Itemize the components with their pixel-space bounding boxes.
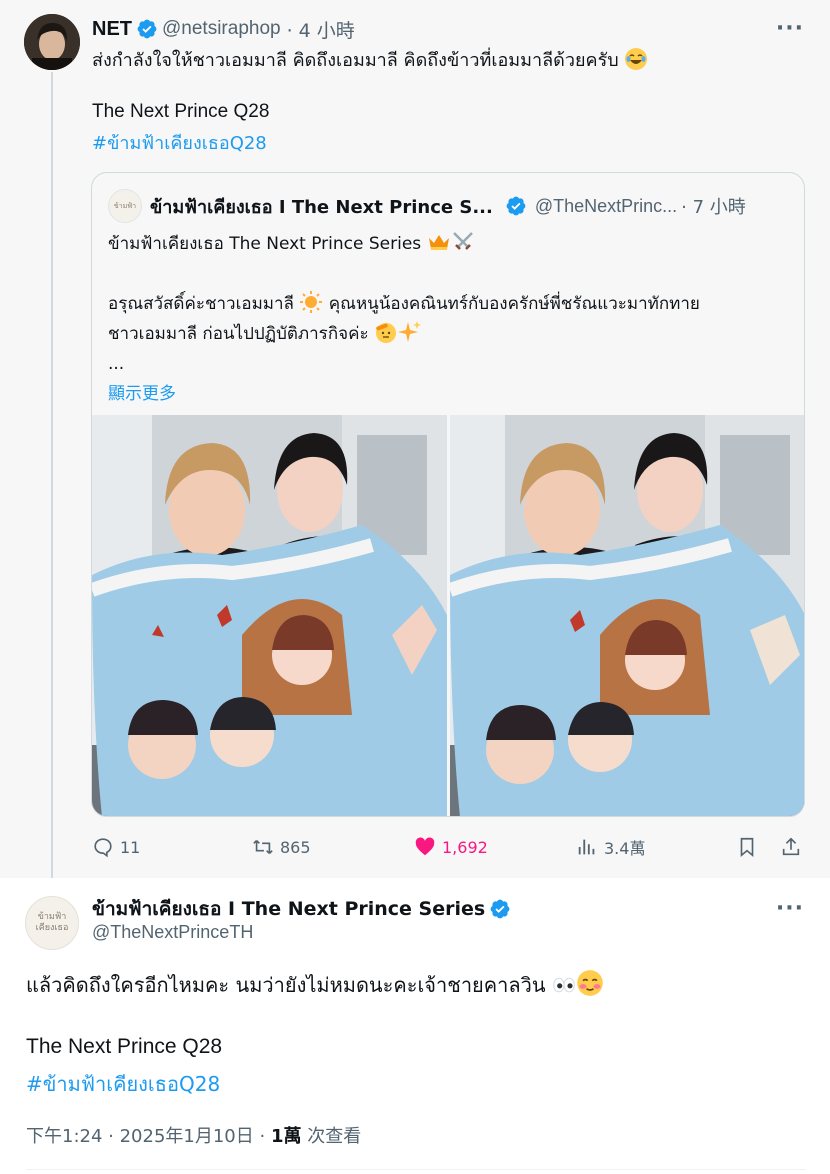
views-button[interactable]: 3.4萬 (576, 832, 645, 862)
views-icon (578, 839, 595, 855)
salute-emoji-icon (375, 323, 396, 343)
divider (26, 1169, 806, 1170)
views-count: 3.4萬 (604, 839, 646, 858)
tweet-text-line2: The Next Prince Q28 (92, 101, 270, 122)
like-button[interactable]: 1,692 (414, 832, 488, 862)
bookmark-icon (740, 837, 754, 858)
sun-emoji-icon (300, 291, 323, 313)
thread-line (51, 72, 53, 892)
bookmark-button[interactable] (736, 832, 758, 862)
retweet-count: 865 (280, 837, 311, 857)
heart-icon (415, 837, 435, 856)
eyes-emoji-icon (553, 977, 575, 993)
author-handle[interactable]: @netsiraphop (162, 18, 281, 40)
reply-button[interactable]: 11 (92, 832, 140, 862)
quoted-line-3: ชาวเอมมาลี ก่อนไปปฏิบัติภารกิจค่ะ (108, 324, 369, 344)
sparkles-emoji-icon (397, 321, 421, 342)
views-label: 次查看 (307, 1126, 362, 1147)
views-count: 1萬 (270, 1126, 302, 1147)
tweet-meta: 下午1:24 · 2025年1月10日 · 1萬 次查看 (26, 1122, 361, 1148)
net-avatar[interactable] (24, 14, 80, 70)
quoted-media[interactable] (92, 415, 804, 816)
quoted-line-2: อรุณสวัสดิ์ค่ะชาวเอมมาลี (108, 294, 294, 314)
share-button[interactable] (780, 832, 802, 862)
quoted-ellipsis: ... (108, 354, 125, 374)
author-name[interactable]: ข้ามฟ้าเคียงเธอ I The Next Prince Series (92, 894, 485, 924)
show-more-link[interactable]: 顯示更多 (108, 379, 798, 409)
tweet-text-body: แล้วคิดถึงใครอีกไหมคะ นมว่ายังไม่หมดนะคะ… (26, 973, 546, 997)
crown-emoji-icon (428, 235, 449, 250)
quoted-avatar[interactable]: ข้ามฟ้า (108, 189, 142, 223)
tweet-text: ส่งกำลังใจให้ชาวเอมมาลี คิดถึงเอมมาลี คิ… (92, 47, 792, 74)
quoted-author-name[interactable]: ข้ามฟ้าเคียงเธอ I The Next Prince S... (150, 192, 493, 221)
quoted-tweet-text: ข้ามฟ้าเคียงเธอ The Next Prince Series อ… (108, 229, 798, 409)
quoted-line-2b: คุณหนูน้องคณินทร์กับองครักษ์พี่ชรัณแวะมา… (328, 294, 700, 314)
main-tweet[interactable]: ข้ามฟ้า เคียงเธอ ข้ามฟ้าเคียงเธอ I The N… (0, 878, 830, 1174)
hashtag-link[interactable]: #ข้ามฟ้าเคียงเธอQ28 (92, 128, 267, 157)
retweet-button[interactable]: 865 (252, 832, 311, 862)
parent-tweet[interactable]: NET @netsiraphop · 4 小時 ··· ส่งกำลังใจให… (0, 0, 830, 892)
author-name-row: ข้ามฟ้าเคียงเธอ I The Next Prince Series (92, 894, 515, 924)
photo-1[interactable] (92, 415, 447, 816)
parent-tweet-header: NET @netsiraphop · 4 小時 (92, 16, 355, 42)
verified-badge-icon (137, 19, 157, 39)
quoted-tweet-card[interactable]: ข้ามฟ้า ข้ามฟ้าเคียงเธอ I The Next Princ… (91, 172, 805, 817)
share-icon (782, 837, 800, 856)
like-count: 1,692 (442, 837, 488, 857)
reply-count: 11 (120, 837, 141, 857)
quoted-tweet-header: ข้ามฟ้า ข้ามฟ้าเคียงเธอ I The Next Princ… (108, 189, 790, 223)
hashtag-link[interactable]: #ข้ามฟ้าเคียงเธอQ28 (26, 1068, 220, 1100)
tweet-text-body: ส่งกำลังใจให้ชาวเอมมาลี คิดถึงเอมมาลี คิ… (92, 50, 619, 71)
author-avatar[interactable]: ข้ามฟ้า เคียงเธอ (25, 896, 79, 950)
photo-2[interactable] (449, 415, 804, 816)
verified-badge-icon (506, 196, 526, 216)
tweet-action-bar: 11 865 1,692 3.4萬 (92, 832, 807, 862)
swords-emoji-icon (452, 232, 473, 250)
quoted-line-1: ข้ามฟ้าเคียงเธอ The Next Prince Series (108, 234, 422, 254)
retweet-icon (253, 839, 273, 855)
reply-icon (94, 838, 112, 858)
tweet-timestamp[interactable]: 下午1:24 · 2025年1月10日 · (26, 1126, 265, 1147)
blushing-emoji-icon (577, 970, 603, 996)
tweet-text-line2: The Next Prince Q28 (26, 1035, 223, 1058)
tweet-text: แล้วคิดถึงใครอีกไหมคะ นมว่ายังไม่หมดนะคะ… (26, 969, 604, 1000)
laughing-emoji-icon (625, 48, 648, 70)
quoted-author-handle[interactable]: @TheNextPrinc... (535, 196, 677, 217)
avatar-text-2: เคียงเธอ (35, 923, 69, 933)
author-name[interactable]: NET (92, 18, 132, 41)
more-icon[interactable]: ··· (776, 16, 804, 41)
verified-badge-icon (490, 899, 510, 919)
quoted-tweet-time[interactable]: · 7 小時 (681, 193, 746, 219)
tweet-time[interactable]: · 4 小時 (287, 16, 355, 43)
avatar-text-1: ข้ามฟ้า (37, 912, 67, 922)
more-icon[interactable]: ··· (776, 896, 804, 921)
author-handle[interactable]: @TheNextPrinceTH (92, 922, 253, 943)
quoted-avatar-text: ข้ามฟ้า (113, 201, 137, 210)
